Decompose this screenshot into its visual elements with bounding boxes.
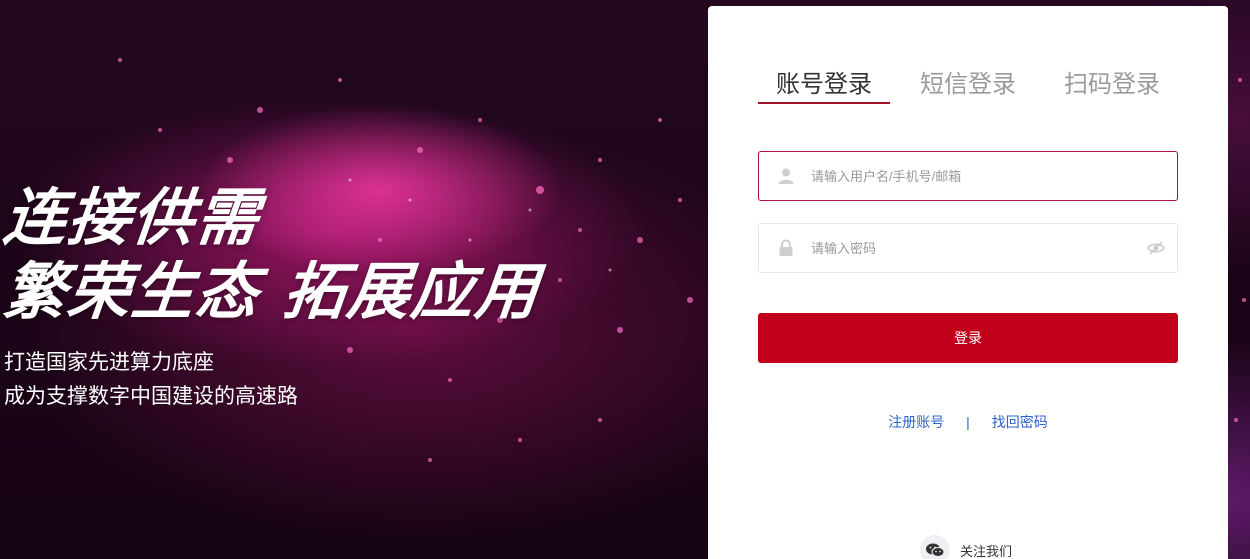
tab-qrcode-login[interactable]: 扫码登录 <box>1064 64 1160 99</box>
tab-account-login[interactable]: 账号登录 <box>776 64 872 99</box>
auth-links: 注册账号 | 找回密码 <box>708 412 1228 432</box>
hero-headline-1: 连接供需 <box>0 181 264 254</box>
lock-icon <box>779 239 793 256</box>
password-input[interactable] <box>811 224 1141 272</box>
password-field[interactable] <box>758 223 1178 273</box>
login-panel: 账号登录 短信登录 扫码登录 登录 注册账号 | 找回密码 <box>708 6 1228 559</box>
hero-headline-2: 繁荣生态 拓展应用 <box>0 255 544 328</box>
login-tabs: 账号登录 短信登录 扫码登录 <box>758 64 1178 104</box>
tab-sms-login[interactable]: 短信登录 <box>920 64 1016 99</box>
login-button[interactable]: 登录 <box>758 313 1178 363</box>
follow-us[interactable]: 关注我们 <box>920 534 1012 559</box>
hero-subtitle: 打造国家先进算力底座 成为支撑数字中国建设的高速路 <box>4 346 540 414</box>
forgot-password-link[interactable]: 找回密码 <box>992 414 1048 430</box>
register-link[interactable]: 注册账号 <box>888 414 944 430</box>
hero-slogan: 连接供需 繁荣生态 拓展应用 打造国家先进算力底座 成为支撑数字中国建设的高速路 <box>0 178 543 414</box>
username-field[interactable] <box>758 151 1178 201</box>
hero-subtitle-2: 成为支撑数字中国建设的高速路 <box>4 385 298 408</box>
follow-us-label: 关注我们 <box>960 543 1013 559</box>
links-separator: | <box>966 414 970 430</box>
eye-hidden-icon[interactable] <box>1147 240 1165 256</box>
wechat-icon <box>920 535 950 559</box>
user-icon <box>778 168 794 184</box>
hero-subtitle-1: 打造国家先进算力底座 <box>4 351 214 374</box>
active-tab-indicator <box>758 102 890 104</box>
username-input[interactable] <box>811 152 1141 200</box>
